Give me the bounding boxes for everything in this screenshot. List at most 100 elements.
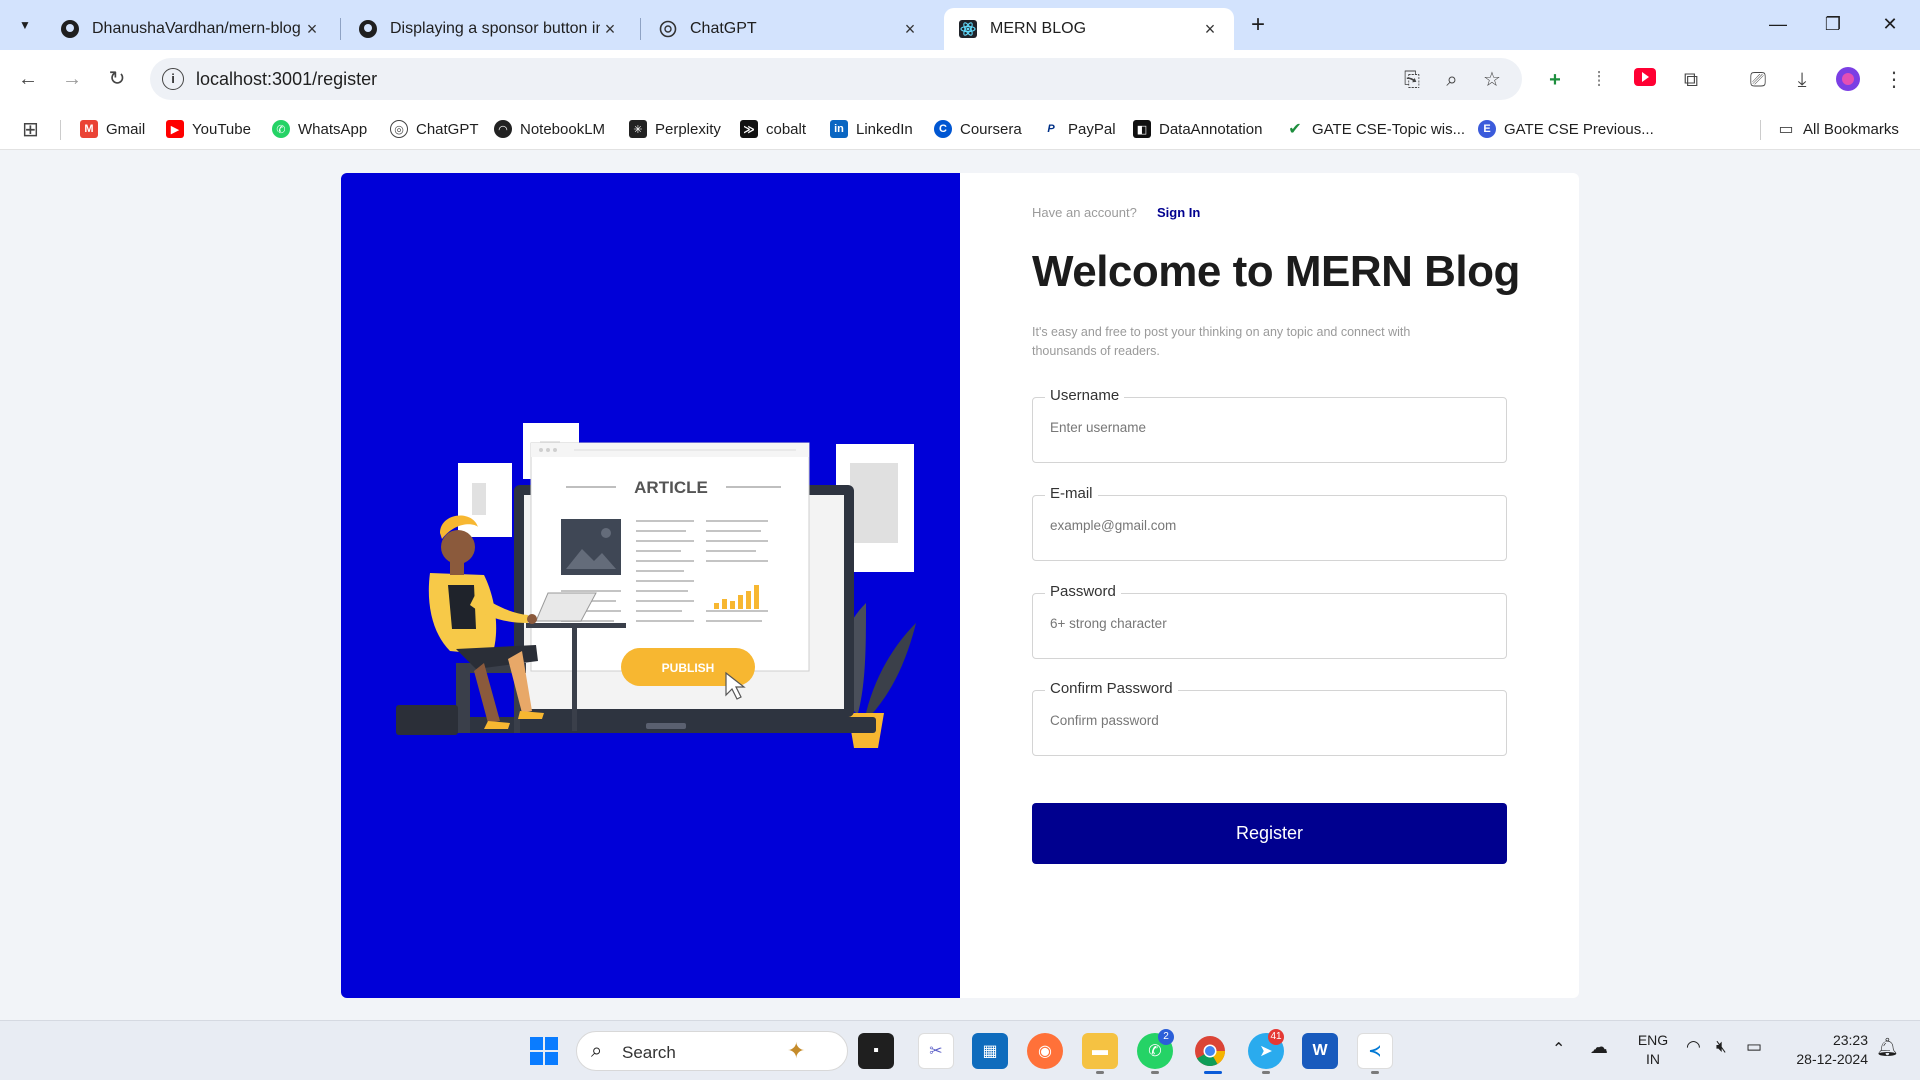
menu-kebab-icon[interactable]: ⋮	[1880, 66, 1908, 94]
chrome-icon[interactable]	[1192, 1033, 1228, 1069]
back-button[interactable]: ←	[13, 64, 43, 94]
tab-github-repo[interactable]: DhanushaVardhan/mern-blog ×	[46, 8, 336, 50]
bookmark-coursera[interactable]: C Coursera	[934, 117, 1022, 141]
new-tab-button[interactable]: +	[1244, 12, 1272, 40]
page-description: It's easy and free to post your thinking…	[1032, 325, 1411, 358]
site-info-icon[interactable]: i	[162, 68, 184, 90]
extension-plus-icon[interactable]: +	[1541, 66, 1569, 94]
bookmark-paypal[interactable]: P PayPal	[1042, 117, 1116, 141]
clock-date: 28-12-2024	[1796, 1051, 1868, 1067]
language-indicator[interactable]: ENG IN	[1634, 1031, 1672, 1069]
bookmark-star-icon[interactable]: ☆	[1480, 68, 1504, 92]
wifi-icon[interactable]: ◠	[1686, 1037, 1701, 1057]
bookmark-perplexity[interactable]: ✳ Perplexity	[629, 117, 721, 141]
clock[interactable]: 23:23 28-12-2024	[1784, 1031, 1868, 1069]
tab-search-button[interactable]: ▼	[10, 10, 40, 40]
bookmark-cobalt[interactable]: ≫ cobalt	[740, 117, 806, 141]
extension-tool-icon[interactable]: ⁞	[1585, 66, 1613, 94]
tab-github-sponsor[interactable]: Displaying a sponsor button in ×	[344, 8, 634, 50]
username-input[interactable]	[1050, 420, 1480, 435]
register-button[interactable]: Register	[1032, 803, 1507, 864]
notebooklm-icon: ◠	[494, 120, 512, 138]
windows-taskbar: ⌕ Search ✦ ▪ ✂ ▦ ◉ ▬ ✆ 2 ➤ 41 W ≺ ⌃ ☁ EN…	[0, 1020, 1920, 1080]
speaker-muted-icon[interactable]: 🔇︎	[1716, 1037, 1727, 1057]
gmail-icon: M	[80, 120, 98, 138]
taskbar-search[interactable]: ⌕ Search ✦	[576, 1031, 848, 1071]
download-icon[interactable]: ⤓	[1788, 66, 1816, 94]
github-icon	[60, 19, 80, 39]
password-input[interactable]	[1050, 616, 1480, 631]
bookmark-gate-topic[interactable]: ✔ GATE CSE-Topic wis...	[1286, 117, 1465, 141]
confirm-password-input[interactable]	[1050, 713, 1480, 728]
running-indicator	[1371, 1071, 1379, 1074]
tab-mern-blog[interactable]: MERN BLOG ×	[944, 8, 1234, 50]
restore-button[interactable]: ❐	[1813, 8, 1853, 40]
bookmark-chatgpt[interactable]: ◎ ChatGPT	[390, 117, 479, 141]
bookmarks-bar: ⊞ M Gmail ▶ YouTube ✆ WhatsApp ◎ ChatGPT ◠ No…	[0, 108, 1920, 150]
reload-button[interactable]: ↻	[102, 64, 132, 94]
word-icon[interactable]: W	[1302, 1033, 1338, 1069]
bookmark-gmail[interactable]: M Gmail	[80, 117, 145, 141]
chevron-up-icon[interactable]: ⌃	[1552, 1039, 1565, 1059]
all-bookmarks[interactable]: ▭ All Bookmarks	[1777, 117, 1899, 141]
zoom-icon[interactable]: ⌕	[1440, 68, 1464, 92]
bookmark-gate-previous[interactable]: E GATE CSE Previous...	[1478, 117, 1654, 141]
tab-title: Displaying a sponsor button in	[390, 20, 600, 37]
confirm-password-label: Confirm Password	[1045, 680, 1178, 697]
chatgpt-icon: ◎	[390, 120, 408, 138]
folder-icon: ▭	[1777, 120, 1795, 138]
whatsapp-badge: 2	[1158, 1029, 1174, 1045]
snipping-tool-icon[interactable]: ✂	[918, 1033, 954, 1069]
tab-title: ChatGPT	[690, 20, 757, 37]
sign-in-link[interactable]: Sign In	[1157, 205, 1200, 220]
telegram-badge: 41	[1268, 1029, 1284, 1045]
bookmark-youtube[interactable]: ▶ YouTube	[166, 117, 251, 141]
battery-icon[interactable]: ▭	[1746, 1037, 1762, 1057]
address-bar[interactable]: i localhost:3001/register ⎘ ⌕ ☆	[150, 58, 1522, 100]
email-label: E-mail	[1045, 485, 1098, 502]
profile-avatar[interactable]	[1834, 66, 1862, 94]
github-icon	[358, 19, 378, 39]
forward-button[interactable]: →	[57, 64, 87, 94]
bookmark-divider	[60, 120, 61, 140]
bookmark-notebooklm[interactable]: ◠ NotebookLM	[494, 117, 605, 141]
region-code: IN	[1646, 1051, 1660, 1067]
bookmark-linkedin[interactable]: in LinkedIn	[830, 117, 913, 141]
bookmark-dataannotation[interactable]: ◧ DataAnnotation	[1133, 117, 1262, 141]
close-window-button[interactable]: ✕	[1870, 8, 1910, 40]
windows-start-icon[interactable]	[526, 1033, 562, 1069]
clock-time: 23:23	[1832, 1032, 1868, 1048]
microsoft-store-icon[interactable]: ▦	[972, 1033, 1008, 1069]
close-icon[interactable]: ×	[600, 19, 620, 40]
notification-bell-icon[interactable]: 🔔︎	[1876, 1037, 1899, 1058]
password-field: Password	[1032, 583, 1507, 659]
bookmark-divider	[1760, 120, 1761, 140]
tab-chatgpt[interactable]: ChatGPT ×	[644, 8, 934, 50]
search-highlight-icon: ✦	[787, 1038, 806, 1063]
username-field: Username	[1032, 387, 1507, 463]
close-icon[interactable]: ×	[1200, 19, 1220, 40]
task-view-icon[interactable]: ▪	[858, 1033, 894, 1069]
minimize-button[interactable]: —	[1758, 8, 1798, 40]
apps-grid-icon[interactable]: ⊞	[22, 117, 39, 141]
paypal-icon: P	[1042, 120, 1060, 138]
firefox-icon[interactable]: ◉	[1027, 1033, 1063, 1069]
onedrive-off-icon[interactable]: ☁	[1590, 1037, 1608, 1058]
email-input[interactable]	[1050, 518, 1480, 533]
bookmark-whatsapp[interactable]: ✆ WhatsApp	[272, 117, 367, 141]
extension-youtube-icon[interactable]	[1631, 66, 1659, 94]
youtube-icon: ▶	[166, 120, 184, 138]
gate-e-icon: E	[1478, 120, 1496, 138]
cast-icon[interactable]: ⎚	[1744, 66, 1772, 94]
close-icon[interactable]: ×	[302, 19, 322, 40]
vscode-icon[interactable]: ≺	[1357, 1033, 1393, 1069]
search-icon: ⌕	[591, 1040, 603, 1062]
install-app-icon[interactable]: ⎘	[1400, 68, 1424, 92]
tab-separator	[640, 18, 641, 40]
close-icon[interactable]: ×	[900, 19, 920, 40]
perplexity-icon: ✳	[629, 120, 647, 138]
page-title: Welcome to MERN Blog	[1032, 247, 1520, 296]
extensions-puzzle-icon[interactable]: ⧉	[1677, 66, 1705, 94]
file-explorer-icon[interactable]: ▬	[1082, 1033, 1118, 1069]
publish-label: PUBLISH	[662, 661, 715, 675]
